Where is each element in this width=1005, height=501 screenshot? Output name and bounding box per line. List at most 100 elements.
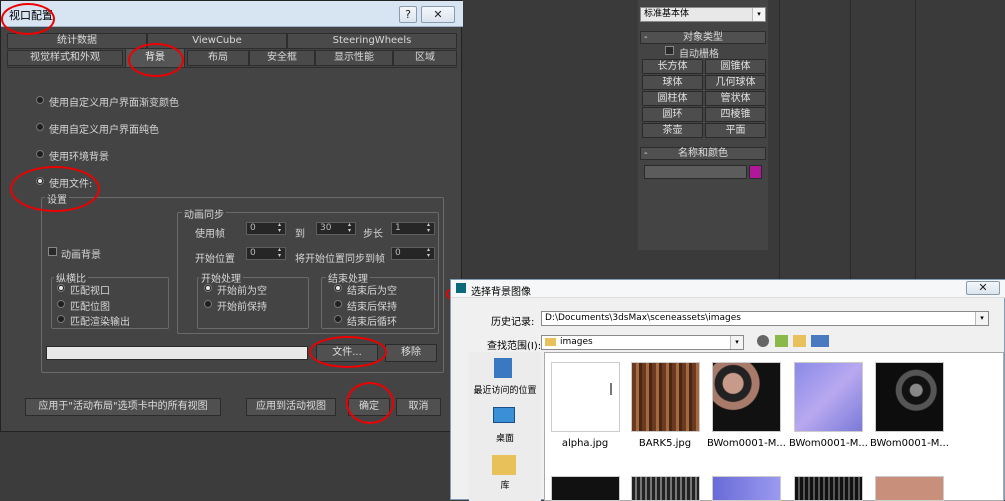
file-thumbnail-row2-1[interactable] bbox=[551, 476, 620, 501]
tab-layout[interactable]: 布局 bbox=[187, 50, 249, 66]
libraries-item[interactable]: 库 bbox=[471, 478, 539, 491]
file-dialog-close-button[interactable]: ✕ bbox=[966, 281, 1000, 295]
use-frame-to-spinner[interactable]: 30 bbox=[316, 222, 356, 235]
back-icon[interactable] bbox=[757, 335, 769, 347]
use-frame-from-spinner[interactable]: 0 bbox=[246, 222, 286, 235]
close-button[interactable]: ✕ bbox=[421, 6, 455, 23]
file-path-field[interactable] bbox=[46, 346, 308, 360]
file-thumbnail-row2-4[interactable] bbox=[794, 476, 863, 501]
tab-safe-frame[interactable]: 安全框 bbox=[249, 50, 315, 66]
radio-gradient-color-label: 使用自定义用户界面渐变颜色 bbox=[49, 98, 179, 109]
radio-match-viewport[interactable] bbox=[57, 284, 65, 292]
object-type-rollout-header[interactable]: - 对象类型 bbox=[640, 31, 766, 44]
view-menu-icon[interactable] bbox=[811, 335, 829, 347]
remove-button[interactable]: 移除 bbox=[385, 344, 437, 362]
autogrid-checkbox[interactable] bbox=[665, 46, 674, 55]
radio-blank-before-start[interactable] bbox=[204, 284, 212, 292]
history-dropdown[interactable]: D:\Documents\3dsMax\sceneassets\images ▾ bbox=[541, 311, 989, 326]
radio-hold-after-end[interactable] bbox=[334, 300, 342, 308]
radio-blank-after-end[interactable] bbox=[334, 284, 342, 292]
use-frame-label: 使用帧 bbox=[195, 229, 225, 240]
hold-after-end-label: 结束后保持 bbox=[347, 302, 397, 313]
object-button-sphere[interactable]: 球体 bbox=[642, 75, 703, 90]
match-bitmap-label: 匹配位图 bbox=[70, 302, 110, 313]
radio-solid-color-label: 使用自定义用户界面纯色 bbox=[49, 125, 159, 136]
viewport-divider bbox=[779, 0, 780, 280]
new-folder-icon[interactable] bbox=[793, 335, 806, 347]
sync-start-spinner[interactable]: 0 bbox=[391, 247, 435, 260]
radio-match-render[interactable] bbox=[57, 315, 65, 323]
desktop-item[interactable]: 桌面 bbox=[471, 431, 539, 444]
tab-divider bbox=[7, 67, 457, 68]
radio-loop-after-end[interactable] bbox=[334, 315, 342, 323]
animate-background-label: 动画背景 bbox=[61, 250, 101, 261]
file-dialog-title: 选择背景图像 bbox=[471, 287, 531, 298]
object-button-cylinder[interactable]: 圆柱体 bbox=[642, 91, 703, 106]
object-button-geosphere[interactable]: 几何球体 bbox=[705, 75, 766, 90]
up-folder-icon[interactable] bbox=[775, 335, 788, 347]
radio-gradient-color[interactable] bbox=[36, 96, 44, 104]
file-dialog-titlebar: 选择背景图像 ✕ bbox=[451, 280, 1005, 298]
hold-before-start-label: 开始前保持 bbox=[217, 302, 267, 313]
command-panel: 标准基本体 ▾ - 对象类型 自动栅格 长方体 圆锥体 球体 几何球体 圆柱体 管… bbox=[638, 0, 768, 250]
object-button-tube[interactable]: 管状体 bbox=[705, 91, 766, 106]
viewport-config-dialog: 视口配置 ? ✕ 统计数据 ViewCube SteeringWheels 视觉… bbox=[0, 0, 463, 432]
to-label: 到 bbox=[295, 229, 305, 240]
file-name-bwom-1[interactable]: BWom0001-M... bbox=[707, 438, 786, 449]
object-name-input[interactable] bbox=[644, 165, 747, 179]
name-color-rollout-header[interactable]: - 名称和颜色 bbox=[640, 147, 766, 160]
help-button[interactable]: ? bbox=[399, 6, 417, 23]
animate-background-checkbox[interactable] bbox=[48, 247, 57, 256]
tab-statistics[interactable]: 统计数据 bbox=[7, 33, 147, 49]
radio-match-bitmap[interactable] bbox=[57, 300, 65, 308]
sync-start-label: 将开始位置同步到帧 bbox=[295, 254, 385, 265]
match-viewport-label: 匹配视口 bbox=[70, 286, 110, 297]
start-at-spinner[interactable]: 0 bbox=[246, 247, 286, 260]
tab-display-performance[interactable]: 显示性能 bbox=[315, 50, 393, 66]
file-thumbnail-row2-3[interactable] bbox=[712, 476, 781, 501]
folder-icon bbox=[545, 338, 556, 346]
radio-solid-color[interactable] bbox=[36, 123, 44, 131]
annotation-circle bbox=[10, 166, 100, 212]
file-thumbnail-bark5[interactable] bbox=[631, 362, 700, 432]
file-name-bwom-3[interactable]: BWom0001-M... bbox=[870, 438, 949, 449]
blank-after-end-label: 结束后为空 bbox=[347, 286, 397, 297]
look-in-label: 查找范围(I): bbox=[487, 341, 542, 352]
object-color-swatch[interactable] bbox=[749, 165, 762, 179]
recent-places-item[interactable]: 最近访问的位置 bbox=[471, 383, 539, 396]
file-thumbnail-row2-5[interactable] bbox=[875, 476, 944, 501]
cancel-button[interactable]: 取消 bbox=[396, 398, 441, 416]
radio-hold-before-start[interactable] bbox=[204, 300, 212, 308]
file-thumbnail-bwom-2[interactable] bbox=[794, 362, 863, 432]
tab-visual-style[interactable]: 视觉样式和外观 bbox=[7, 50, 123, 66]
annotation-circle bbox=[309, 336, 387, 368]
step-spinner[interactable]: 1 bbox=[391, 222, 435, 235]
look-in-dropdown[interactable]: images ▾ bbox=[541, 335, 744, 350]
annotation-circle bbox=[128, 43, 184, 77]
tab-regions[interactable]: 区域 bbox=[393, 50, 457, 66]
radio-environment-bg[interactable] bbox=[36, 150, 44, 158]
object-button-torus[interactable]: 圆环 bbox=[642, 107, 703, 122]
viewport-divider bbox=[850, 0, 851, 280]
anim-sync-label: 动画同步 bbox=[182, 206, 226, 221]
object-button-cone[interactable]: 圆锥体 bbox=[705, 59, 766, 74]
object-button-pyramid[interactable]: 四棱锥 bbox=[705, 107, 766, 122]
file-name-alpha[interactable]: alpha.jpg bbox=[546, 438, 624, 449]
file-name-bark5[interactable]: BARK5.jpg bbox=[626, 438, 704, 449]
annotation-circle bbox=[1, 3, 55, 35]
file-name-bwom-2[interactable]: BWom0001-M... bbox=[789, 438, 868, 449]
object-button-teapot[interactable]: 茶壶 bbox=[642, 123, 703, 138]
primitive-type-dropdown[interactable]: 标准基本体 ▾ bbox=[640, 7, 766, 22]
apply-all-views-button[interactable]: 应用于"活动布局"选项卡中的所有视图 bbox=[25, 398, 221, 416]
object-button-plane[interactable]: 平面 bbox=[705, 123, 766, 138]
loop-after-end-label: 结束后循环 bbox=[347, 317, 397, 328]
file-thumbnail-alpha[interactable] bbox=[551, 362, 620, 432]
viewport-divider bbox=[915, 0, 916, 280]
apply-active-view-button[interactable]: 应用到活动视图 bbox=[246, 398, 336, 416]
file-thumbnail-row2-2[interactable] bbox=[631, 476, 700, 501]
object-button-box[interactable]: 长方体 bbox=[642, 59, 703, 74]
file-thumbnail-bwom-1[interactable] bbox=[712, 362, 781, 432]
tab-steeringwheels[interactable]: SteeringWheels bbox=[287, 33, 457, 49]
file-thumbnail-bwom-3[interactable] bbox=[875, 362, 944, 432]
max-app-icon bbox=[456, 283, 466, 293]
